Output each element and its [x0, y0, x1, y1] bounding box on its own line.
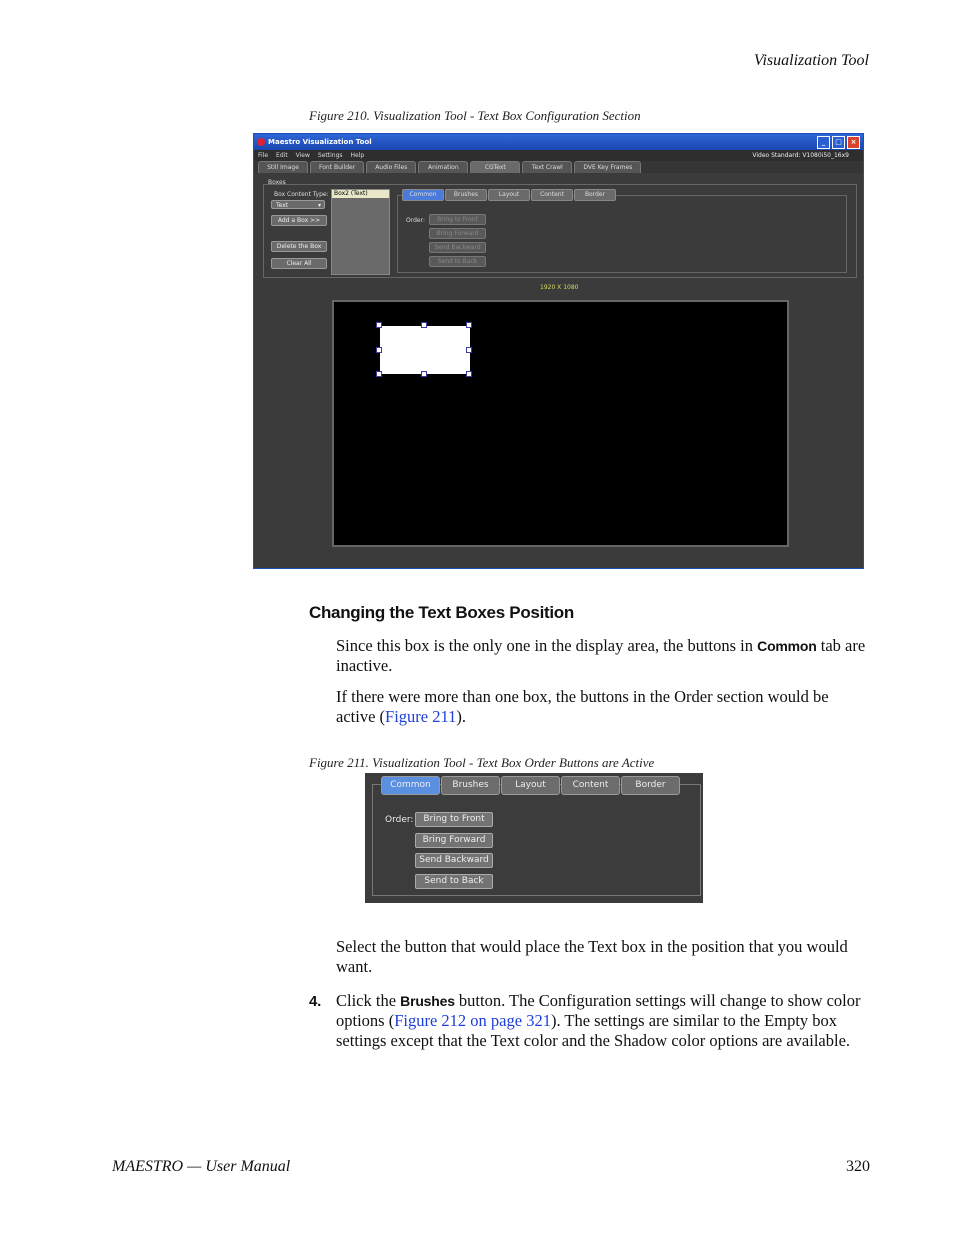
- keyword-brushes: Brushes: [400, 993, 455, 1009]
- figure-210-caption: Figure 210. Visualization Tool - Text Bo…: [309, 108, 641, 123]
- send-to-back-button[interactable]: Send to Back: [429, 256, 486, 267]
- box-content-type-label: Box Content Type:: [274, 191, 329, 198]
- step-4-text: Click the Brushes button. The Configurat…: [336, 991, 868, 1051]
- boxes-list[interactable]: Box2 (Text): [331, 189, 390, 275]
- chevron-down-icon: ▾: [317, 202, 321, 209]
- menu-bar: File Edit View Settings Help Video Stand…: [254, 150, 863, 161]
- close-icon[interactable]: ×: [847, 136, 860, 149]
- tab-brushes[interactable]: Brushes: [445, 189, 487, 201]
- resize-handle[interactable]: [376, 322, 382, 328]
- order-label: Order:: [406, 217, 425, 224]
- tab-cgtext[interactable]: CGText: [470, 161, 521, 173]
- figure-212-link[interactable]: Figure 212 on page 321: [394, 1011, 551, 1030]
- video-standard: Video Standard: V1080i50_16x9: [752, 152, 849, 159]
- bring-forward-button[interactable]: Bring Forward: [429, 228, 486, 239]
- resize-handle[interactable]: [466, 322, 472, 328]
- bring-to-front-button[interactable]: Bring to Front: [429, 214, 486, 225]
- add-box-button[interactable]: Add a Box >>: [271, 215, 327, 226]
- menu-settings[interactable]: Settings: [318, 150, 343, 161]
- tab-border[interactable]: Border: [621, 776, 680, 795]
- tab-border[interactable]: Border: [574, 189, 616, 201]
- paragraph-common-inactive: Since this box is the only one in the di…: [336, 636, 868, 676]
- step-number: 4.: [309, 993, 322, 1010]
- delete-box-button[interactable]: Delete the Box: [271, 241, 327, 252]
- tab-brushes[interactable]: Brushes: [441, 776, 500, 795]
- tab-text-crawl[interactable]: Text Crawl: [522, 161, 573, 173]
- maximize-icon[interactable]: □: [832, 136, 845, 149]
- tab-content[interactable]: Content: [561, 776, 620, 795]
- figure-211-caption: Figure 211. Visualization Tool - Text Bo…: [309, 755, 655, 770]
- tab-audio-files[interactable]: Audio Files: [366, 161, 417, 173]
- resize-handle[interactable]: [376, 371, 382, 377]
- order-label: Order:: [385, 815, 414, 825]
- text-span: Click the: [336, 991, 401, 1010]
- paragraph-order-active: If there were more than one box, the but…: [336, 687, 868, 727]
- running-header: Visualization Tool: [753, 52, 869, 69]
- config-tabs: Common Brushes Layout Content Border: [381, 776, 680, 795]
- tab-font-builder[interactable]: Font Builder: [310, 161, 365, 173]
- tab-content[interactable]: Content: [531, 189, 573, 201]
- main-tabs: Still Image Font Builder Audio Files Ani…: [254, 161, 863, 173]
- text-span: Since this box is the only one in the di…: [336, 636, 758, 655]
- list-item[interactable]: Box2 (Text): [332, 190, 389, 198]
- send-to-back-button[interactable]: Send to Back: [415, 874, 493, 889]
- resize-handle[interactable]: [421, 322, 427, 328]
- tab-dve-key-frames[interactable]: DVE Key Frames: [574, 161, 642, 173]
- menu-help[interactable]: Help: [351, 150, 365, 161]
- window-title: Maestro Visualization Tool: [268, 138, 372, 146]
- menu-file[interactable]: File: [258, 150, 268, 161]
- resize-handle[interactable]: [376, 347, 382, 353]
- boxes-group-label: Boxes: [268, 179, 286, 186]
- tab-common[interactable]: Common: [381, 776, 440, 795]
- send-backward-button[interactable]: Send Backward: [415, 853, 493, 868]
- section-heading: Changing the Text Boxes Position: [309, 603, 574, 622]
- text-box-element[interactable]: [380, 326, 470, 374]
- tab-layout[interactable]: Layout: [501, 776, 560, 795]
- bring-forward-button[interactable]: Bring Forward: [415, 833, 493, 848]
- keyword-common: Common: [757, 638, 817, 654]
- menu-view[interactable]: View: [296, 150, 310, 161]
- preview-canvas[interactable]: [332, 300, 789, 547]
- resize-handle[interactable]: [466, 371, 472, 377]
- box-content-type-value: Text: [276, 202, 289, 209]
- page-number: 320: [846, 1158, 870, 1175]
- figure-210-screenshot: Maestro Visualization Tool _ □ × File Ed…: [253, 133, 864, 569]
- tab-common[interactable]: Common: [402, 189, 444, 201]
- clear-all-button[interactable]: Clear All: [271, 258, 327, 269]
- app-logo-icon: [257, 138, 265, 146]
- figure-211-screenshot: Common Brushes Layout Content Border Ord…: [365, 773, 703, 903]
- footer-manual-title: MAESTRO — User Manual: [112, 1158, 291, 1175]
- bring-to-front-button[interactable]: Bring to Front: [415, 812, 493, 827]
- box-content-type-select[interactable]: Text ▾: [271, 200, 325, 209]
- tab-layout[interactable]: Layout: [488, 189, 530, 201]
- resize-handle[interactable]: [421, 371, 427, 377]
- config-tabs: Common Brushes Layout Content Border: [402, 189, 616, 201]
- send-backward-button[interactable]: Send Backward: [429, 242, 486, 253]
- text-span: ).: [456, 707, 466, 726]
- figure-211-link[interactable]: Figure 211: [385, 707, 456, 726]
- resolution-label: 1920 X 1080: [540, 284, 579, 291]
- tab-still-image[interactable]: Still Image: [258, 161, 308, 173]
- minimize-icon[interactable]: _: [817, 136, 830, 149]
- resize-handle[interactable]: [466, 347, 472, 353]
- paragraph-select-button: Select the button that would place the T…: [336, 937, 848, 976]
- menu-edit[interactable]: Edit: [276, 150, 288, 161]
- window-titlebar: Maestro Visualization Tool _ □ ×: [254, 134, 863, 150]
- tab-animation[interactable]: Animation: [418, 161, 469, 173]
